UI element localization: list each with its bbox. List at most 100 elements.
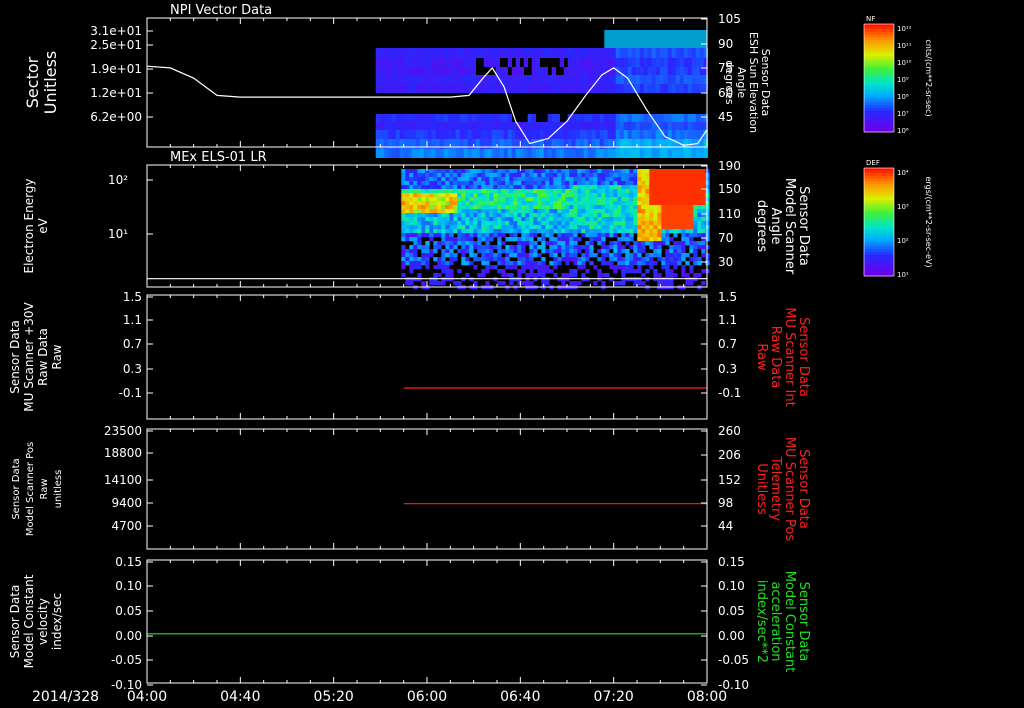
spectrogram-cell [565,261,570,266]
spectrogram-cell [585,249,590,254]
spectrogram-cell [415,84,420,93]
spectrogram-cell [533,185,538,190]
spectrogram-cell [509,237,514,242]
spectrogram-cell [665,181,670,186]
spectrogram-cell [449,225,454,230]
spectrogram-cell [557,201,562,206]
spectrogram-cell [685,169,690,174]
spectrogram-cell [649,181,654,186]
spectrogram-cell [609,241,614,246]
spectrogram-cell [585,213,590,218]
spectrogram-cell [465,209,470,214]
spectrogram-cell [643,149,648,158]
spectrogram-cell [589,177,594,182]
spectrogram-cell [673,189,678,194]
spectrogram-cell [555,149,560,158]
spectrogram-cell [619,130,624,139]
spectrogram-cell [473,233,478,238]
spectrogram-cell [517,177,522,182]
spectrogram-cell [577,197,582,202]
spectrogram-cell [395,122,400,130]
spectrogram-cell [473,265,478,270]
spectrogram-cell [645,193,650,198]
spectrogram-cell [621,221,626,226]
spectrogram-cell [681,249,686,254]
spectrogram-cell [661,257,666,262]
spectrogram-cell [637,181,642,186]
spectrogram-cell [481,261,486,266]
spectrogram-cell [387,48,392,58]
spectrogram-cell [557,233,562,238]
spectrogram-cell [701,245,706,250]
spectrogram-cell [379,84,384,93]
spectrogram-cell [627,48,632,58]
spectrogram-cell [379,122,384,130]
spectrogram-cell [625,269,630,274]
spectrogram-cell [603,75,608,84]
spectrogram-cell [689,201,694,206]
spectrogram-cell [467,114,472,122]
spectrogram-cell [417,169,422,174]
spectrogram-cell [617,205,622,210]
spectrogram-cell [485,261,490,266]
spectrogram-cell [669,205,674,210]
spectrogram-cell [673,265,678,270]
spectrogram-cell [533,249,538,254]
time-tick-label: 07:20 [593,689,633,705]
spectrogram-cell [645,213,650,218]
spectrogram-cell [383,130,388,139]
spectrogram-cell [577,193,582,198]
spectrogram-cell [573,213,578,218]
spectrogram-cell [477,229,482,234]
spectrogram-cell [665,221,670,226]
spectrogram-cell [425,265,430,270]
spectrogram-cell [613,269,618,274]
right-axis-label: Unitless [754,463,769,515]
spectrogram-cell [519,149,524,158]
spectrogram-cell [453,213,458,218]
spectrogram-cell [437,233,442,238]
spectrogram-cell [457,213,462,218]
spectrogram-cell [473,193,478,198]
spectrogram-cell [599,58,604,67]
spectrogram-cell [673,221,678,226]
spectrogram-cell [489,189,494,194]
spectrogram-cell [603,149,608,158]
spectrogram-cell [485,173,490,178]
spectrogram-cell [545,269,550,274]
spectrogram-cell [563,48,568,58]
spectrogram-cell [609,217,614,222]
spectrogram-cell [593,173,598,178]
right-tick-label: 45 [718,110,733,124]
spectrogram-cell [437,189,442,194]
spectrogram-cell [525,225,530,230]
spectrogram-cell [665,281,670,286]
spectrogram-cell [409,189,414,194]
spectrogram-cell [395,67,400,75]
spectrogram-cell [601,225,606,230]
spectrogram-cell [567,84,572,93]
spectrogram-cell [433,205,438,210]
spectrogram-cell [609,245,614,250]
spectrogram-cell [689,237,694,242]
spectrogram-cell [585,185,590,190]
spectrogram-cell [645,189,650,194]
spectrogram-cell [485,269,490,274]
spectrogram-cell [649,193,654,198]
spectrogram-cell [597,209,602,214]
spectrogram-cell [461,185,466,190]
spectrogram-cell [693,225,698,230]
spectrogram-cell [401,253,406,258]
spectrogram-cell [541,233,546,238]
spectrogram-cell [657,173,662,178]
spectrogram-cell [669,177,674,182]
spectrogram-cell [551,48,556,58]
spectrogram-cell [657,233,662,238]
spectrogram-cell [473,177,478,182]
spectrogram-cell [453,197,458,202]
spectrogram-cell [591,58,596,67]
spectrogram-cell [573,221,578,226]
spectrogram-cell [557,237,562,242]
spectrogram-cell [601,197,606,202]
spectrogram-cell [677,173,682,178]
